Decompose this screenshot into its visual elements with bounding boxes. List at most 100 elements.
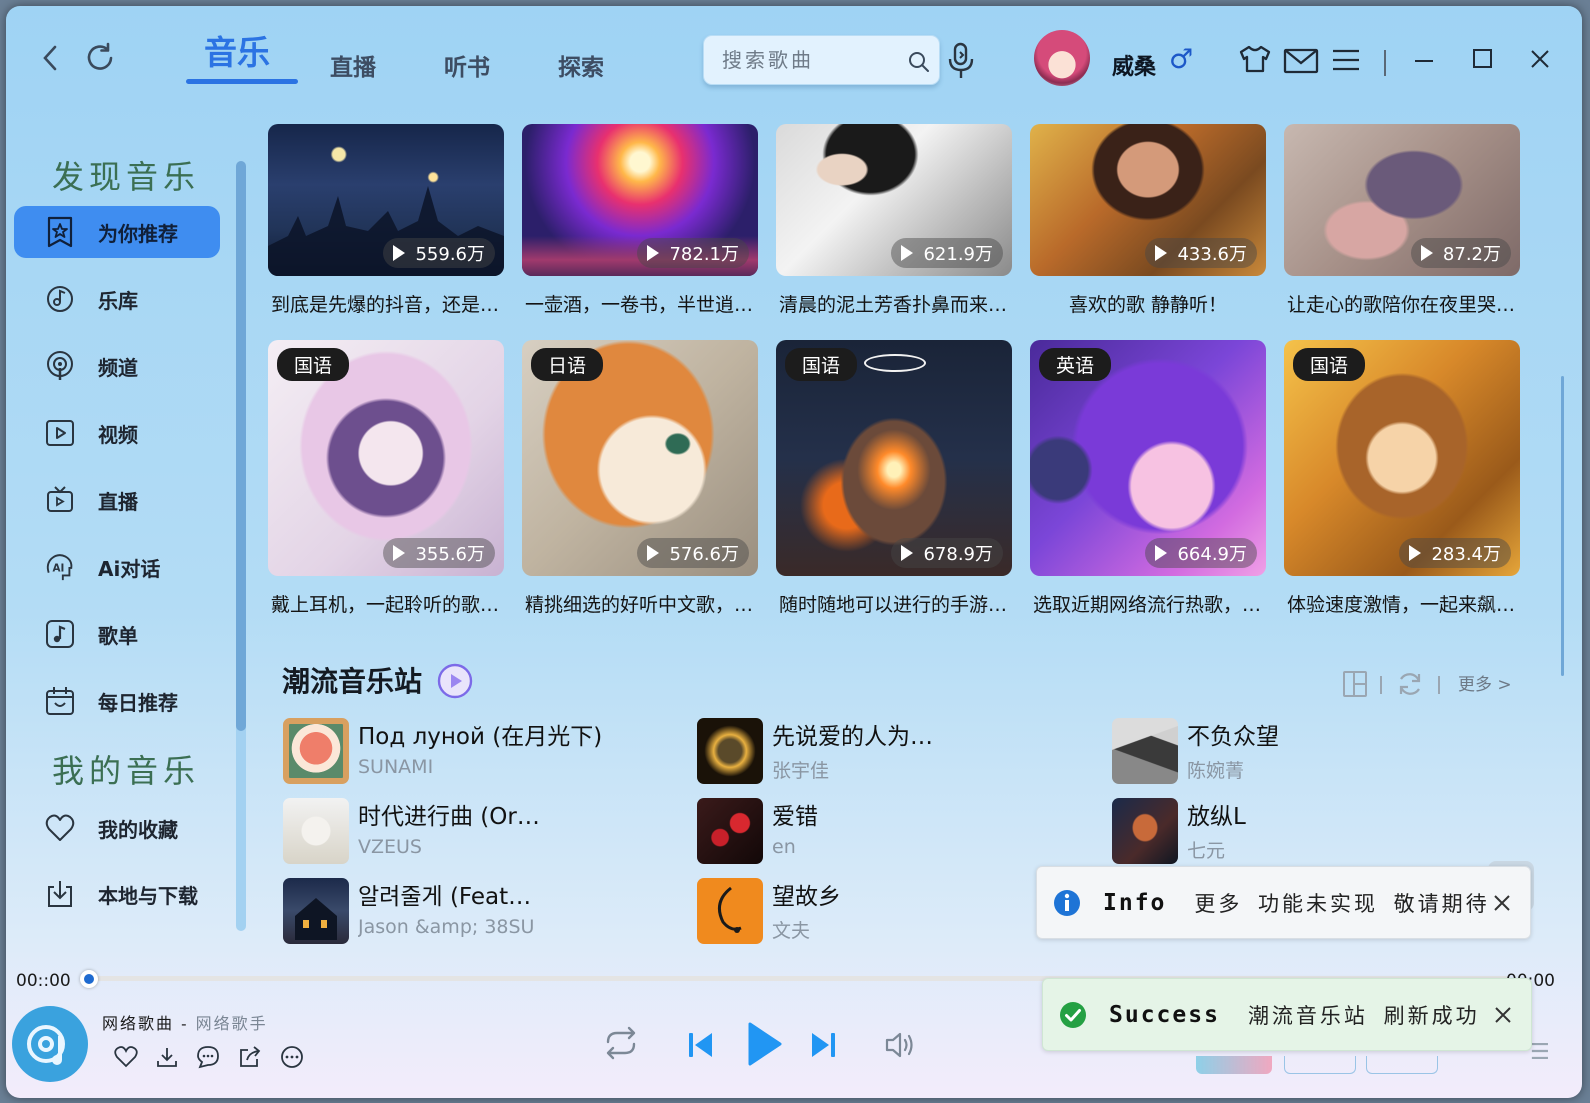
now-playing-cover[interactable] (12, 1006, 88, 1082)
play-icon[interactable] (744, 1020, 784, 1068)
song-item[interactable]: 先说爱的人为什么先离开 张宇佳 (697, 715, 1077, 785)
info-icon (1054, 889, 1080, 916)
playlist-card[interactable]: 433.6万 喜欢的歌 静静听！ (1030, 124, 1266, 317)
sidebar-item-playlists[interactable]: 歌单 (14, 608, 220, 660)
song-artist[interactable]: 七元 (1187, 836, 1372, 863)
repeat-icon[interactable] (602, 1026, 640, 1060)
song-artist[interactable]: SUNAMI (358, 756, 543, 778)
main-scrollbar-thumb[interactable] (1561, 376, 1564, 676)
song-item[interactable]: 알려줄게 (Feat. 38SU) Jason &amp; 38SU (283, 875, 663, 945)
playlist-card[interactable]: 国语 355.6万 戴上耳机，一起聆听的歌单合集 (268, 340, 504, 617)
song-artist[interactable]: en (772, 836, 957, 858)
sidebar-item-video[interactable]: 视频 (14, 407, 220, 459)
toast-close-icon[interactable] (1492, 893, 1512, 913)
singer-name[interactable]: 网络歌手 (196, 1014, 268, 1033)
song-artist[interactable]: 文夫 (772, 916, 957, 943)
song-artist[interactable]: Jason &amp; 38SU (358, 916, 543, 938)
next-icon[interactable] (808, 1030, 838, 1060)
play-count: 576.6万 (637, 538, 749, 568)
song-item[interactable]: 不负众望 陈婉菁 (1112, 715, 1492, 785)
song-item[interactable]: 爱错 en (697, 795, 1077, 865)
more-icon[interactable] (280, 1045, 304, 1069)
tab-audiobook[interactable]: 听书 (444, 48, 490, 82)
username[interactable]: 威桑 (1112, 49, 1156, 81)
tab-live[interactable]: 直播 (330, 48, 376, 82)
mail-icon[interactable] (1283, 48, 1319, 74)
playlist-title: 精挑细选的好听中文歌，循环播放 (525, 594, 758, 616)
language-tag: 国语 (785, 348, 858, 381)
play-circle-icon[interactable] (436, 662, 474, 700)
toast-info: Info 更多 功能未实现 敬请期待 (1036, 866, 1531, 939)
share-icon[interactable] (238, 1045, 262, 1069)
hidden-button[interactable] (1196, 1056, 1272, 1074)
voice-search-icon[interactable] (946, 42, 976, 82)
playlist-title: 戴上耳机，一起聆听的歌单合集 (271, 594, 504, 616)
close-icon[interactable] (1529, 48, 1551, 70)
sidebar-item-favorites[interactable]: 我的收藏 (14, 802, 220, 854)
back-button[interactable] (32, 40, 68, 76)
like-heart-icon[interactable] (114, 1046, 138, 1068)
tab-music[interactable]: 音乐 (204, 26, 270, 74)
playlist-card[interactable]: 782.1万 一壶酒，一卷书，半世逍遥半世闲 (522, 124, 758, 317)
playlist-card[interactable]: 国语 283.4万 体验速度激情，一起来飙车吧 (1284, 340, 1520, 617)
sidebar-item-daily[interactable]: 每日推荐 (14, 675, 220, 727)
hidden-button[interactable] (1284, 1056, 1356, 1074)
disc-note-icon (27, 1025, 65, 1065)
sidebar-item-label: 每日推荐 (98, 690, 178, 715)
sidebar-item-library[interactable]: 乐库 (14, 273, 220, 325)
avatar[interactable] (1034, 30, 1090, 86)
playlist-cover: 国语 283.4万 (1284, 340, 1520, 576)
sidebar-scrollbar[interactable] (236, 161, 246, 931)
progress-knob[interactable] (80, 970, 98, 988)
sidebar-item-ai-chat[interactable]: AI Ai对话 (14, 541, 220, 593)
gender-icon: ♂ (1169, 44, 1194, 75)
song-title[interactable]: 网络歌曲 (102, 1014, 174, 1033)
toast-close-icon[interactable] (1493, 1005, 1513, 1025)
skin-shirt-icon[interactable] (1238, 44, 1272, 74)
song-item[interactable]: 望故乡 文夫 (697, 875, 1077, 945)
playlist-card[interactable]: 国语 678.9万 随时随地可以进行的手游背景音乐 (776, 340, 1012, 617)
previous-icon[interactable] (686, 1030, 716, 1060)
tv-icon (47, 486, 73, 512)
layout-toggle-icon[interactable] (1342, 670, 1368, 698)
divider (1380, 676, 1382, 694)
song-item[interactable]: 时代进行曲 (Original Mix) VZEUS (283, 795, 663, 865)
sidebar-item-live[interactable]: 直播 (14, 474, 220, 526)
sidebar-item-channel[interactable]: 频道 (14, 340, 220, 392)
playlist-card[interactable]: 87.2万 让走心的歌陪你在夜里哭泣一会儿 (1284, 124, 1520, 317)
podcast-icon (47, 351, 73, 380)
more-link[interactable]: 更多 > (1458, 670, 1512, 695)
search-icon[interactable] (908, 51, 930, 73)
maximize-icon[interactable] (1472, 48, 1494, 70)
volume-icon[interactable] (884, 1030, 916, 1060)
sidebar-item-label: 视频 (98, 422, 138, 447)
play-count: 664.9万 (1145, 538, 1257, 568)
song-item[interactable]: 放纵L 七元 (1112, 795, 1492, 865)
hidden-button[interactable] (1366, 1056, 1438, 1074)
song-artist[interactable]: 张宇佳 (772, 756, 957, 783)
playlist-cover: 621.9万 (776, 124, 1012, 276)
song-artist[interactable]: 陈婉菁 (1187, 756, 1372, 783)
playlist-card[interactable]: 621.9万 清晨的泥土芳香扑鼻而来，清新自然 (776, 124, 1012, 317)
sidebar-scroll-thumb[interactable] (236, 161, 246, 731)
playlist-card[interactable]: 559.6万 到底是先爆的抖音，还是先爆的歌 (268, 124, 504, 317)
search-input[interactable] (722, 36, 902, 84)
song-name: 时代进行曲 (Original Mix) (358, 804, 543, 830)
playlist-card[interactable]: 英语 664.9万 选取近期网络流行热歌，热门推荐 (1030, 340, 1266, 617)
playlist-card[interactable]: 日语 576.6万 精挑细选的好听中文歌，循环播放 (522, 340, 758, 617)
refresh-icon[interactable] (1396, 670, 1424, 698)
comment-icon[interactable] (196, 1045, 220, 1069)
song-item[interactable]: Под луной (在月光下) SUNAMI (283, 715, 663, 785)
menu-icon[interactable] (1332, 48, 1360, 72)
song-cover (697, 718, 763, 784)
tab-explore[interactable]: 探索 (558, 48, 604, 82)
song-name: 望故乡 (772, 884, 841, 910)
refresh-button[interactable] (82, 40, 118, 76)
minimize-icon[interactable] (1414, 58, 1434, 64)
sidebar-item-recommended[interactable]: 为你推荐 (14, 206, 220, 258)
sidebar-item-local-download[interactable]: 本地与下载 (14, 868, 220, 920)
hidden-playlist-icon[interactable]: ☰ (1530, 1040, 1550, 1065)
play-count: 433.6万 (1145, 238, 1257, 268)
download-icon[interactable] (156, 1046, 178, 1068)
song-artist[interactable]: VZEUS (358, 836, 543, 858)
